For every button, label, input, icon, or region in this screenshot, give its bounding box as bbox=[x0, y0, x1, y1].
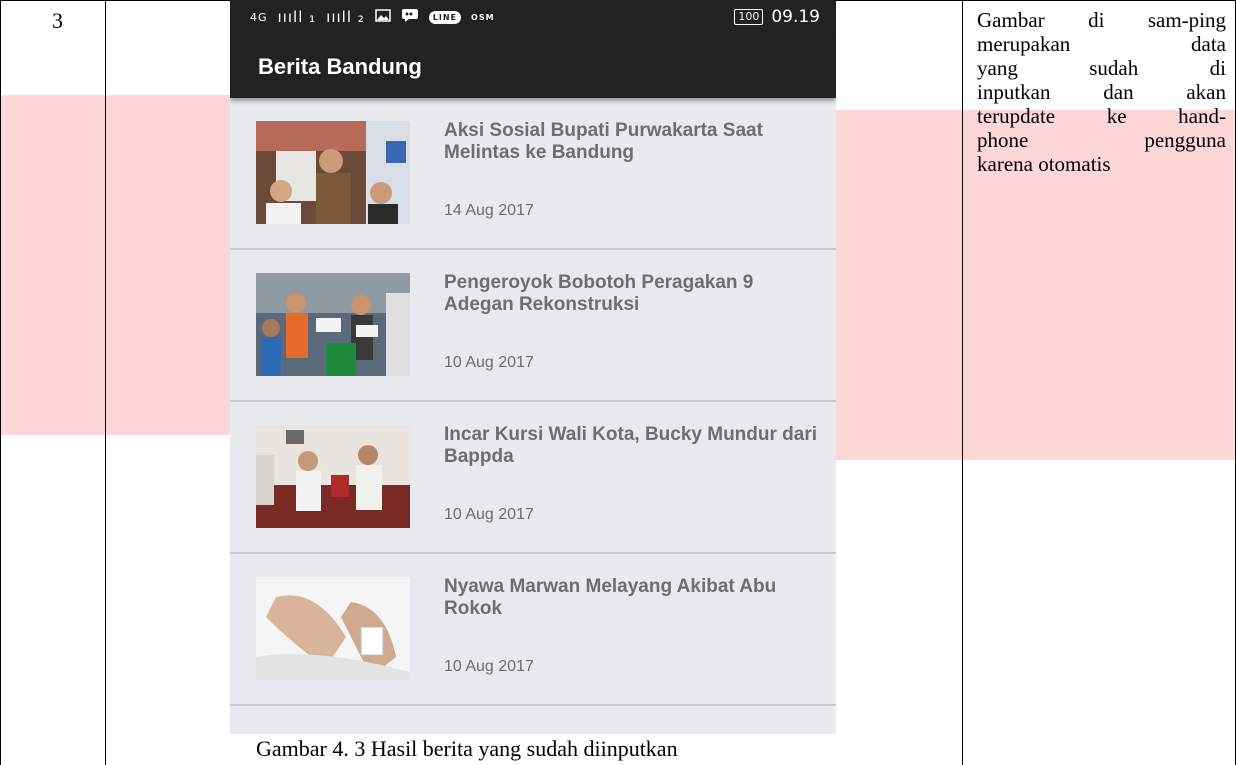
app-bar: Berita Bandung bbox=[230, 34, 836, 98]
osm-icon: OSM bbox=[471, 12, 495, 22]
table-divider-1 bbox=[105, 0, 106, 765]
figure-caption: Gambar 4. 3 Hasil berita yang sudah diin… bbox=[256, 736, 678, 761]
bbm-icon bbox=[401, 8, 419, 26]
news-date: 10 Aug 2017 bbox=[444, 506, 534, 523]
news-date: 14 Aug 2017 bbox=[444, 202, 534, 219]
description-line: yang sudah di bbox=[977, 56, 1226, 80]
news-date: 10 Aug 2017 bbox=[444, 354, 534, 371]
news-item[interactable]: Aksi Sosial Bupati Purwakarta Saat Melin… bbox=[230, 98, 836, 250]
row-number: 3 bbox=[52, 8, 63, 33]
status-left: 4G ıııll ₁ ıııll ₂ LINE OSM bbox=[250, 8, 495, 26]
news-date: 10 Aug 2017 bbox=[444, 658, 534, 675]
description-line: phone pengguna bbox=[977, 128, 1226, 152]
description-line: karena otomatis bbox=[977, 152, 1111, 176]
news-thumbnail bbox=[256, 121, 410, 224]
news-item[interactable]: Pengeroyok Bobotoh Peragakan 9 Adegan Re… bbox=[230, 250, 836, 402]
description-line: merupakan data bbox=[977, 32, 1226, 56]
image-icon bbox=[375, 8, 391, 26]
table-divider-2 bbox=[962, 0, 963, 765]
description-line: inputkan dan akan bbox=[977, 80, 1226, 104]
news-title: Pengeroyok Bobotoh Peragakan 9 Adegan Re… bbox=[444, 272, 754, 315]
signal-sim2: ıııll ₂ bbox=[326, 8, 365, 26]
news-item[interactable]: Nyawa Marwan Melayang Akibat Abu Rokok 1… bbox=[230, 554, 836, 706]
app-title: Berita Bandung bbox=[258, 54, 422, 79]
line-icon: LINE bbox=[428, 10, 462, 24]
news-thumbnail bbox=[256, 425, 410, 528]
status-bar: 4G ıııll ₁ ıııll ₂ LINE OSM 100 09.19 bbox=[230, 0, 836, 34]
description-line: Gambar di sam-ping bbox=[977, 8, 1226, 32]
network-label: 4G bbox=[250, 10, 268, 24]
signal-sim1: ıııll ₁ bbox=[277, 8, 317, 26]
phone-screenshot: 4G ıııll ₁ ıııll ₂ LINE OSM 100 09.19 Be… bbox=[230, 0, 836, 734]
watermark-band-left bbox=[0, 95, 230, 435]
status-time: 09.19 bbox=[771, 7, 820, 27]
news-title: Nyawa Marwan Melayang Akibat Abu Rokok bbox=[444, 576, 777, 619]
news-thumbnail bbox=[256, 273, 410, 376]
news-title: Incar Kursi Wali Kota, Bucky Mundur dari… bbox=[444, 424, 818, 467]
battery-icon: 100 bbox=[734, 9, 764, 25]
description-text: Gambar di sam-ping merupakan data yang s… bbox=[977, 8, 1226, 176]
news-item[interactable]: Incar Kursi Wali Kota, Bucky Mundur dari… bbox=[230, 402, 836, 554]
description-line: terupdate ke hand- bbox=[977, 104, 1226, 128]
table-border-left bbox=[0, 0, 1, 765]
status-right: 100 09.19 bbox=[734, 7, 820, 27]
news-thumbnail bbox=[256, 577, 410, 680]
news-title: Aksi Sosial Bupati Purwakarta Saat Melin… bbox=[444, 120, 763, 163]
